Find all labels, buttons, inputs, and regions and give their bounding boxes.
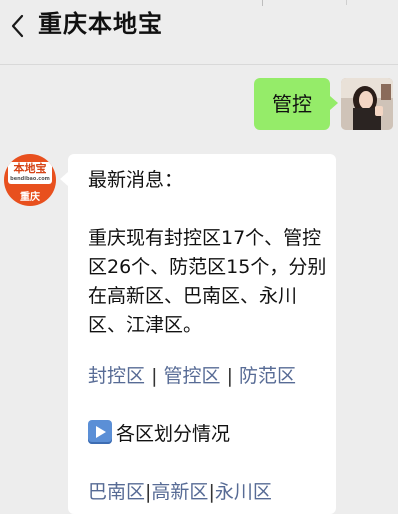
- sent-message-text: 管控: [272, 92, 312, 116]
- status-divider: [346, 0, 347, 5]
- user-avatar[interactable]: [341, 78, 393, 130]
- link-yongchuan[interactable]: 永川区: [215, 481, 272, 503]
- received-message-bubble: 最新消息： 重庆现有封控区17个、管控区26个、防范区15个，分别在高新区、巴南…: [60, 154, 336, 514]
- back-button[interactable]: [4, 10, 30, 42]
- status-divider: [262, 0, 263, 6]
- official-account-avatar[interactable]: 本地宝 bendibao.com 重庆: [4, 154, 56, 206]
- link-guankong[interactable]: 管控区: [164, 365, 221, 387]
- logo-text: 本地宝: [13, 162, 47, 175]
- avatar-city-label: 重庆: [20, 192, 40, 203]
- message-heading: 最新消息：: [88, 169, 184, 191]
- link-fengkong[interactable]: 封控区: [88, 365, 145, 387]
- link-fangfan[interactable]: 防范区: [239, 365, 296, 387]
- link-separator: |: [226, 365, 233, 387]
- zone-links: 封控区 | 管控区 | 防范区: [88, 362, 332, 391]
- link-separator: |: [151, 365, 158, 387]
- district-links: 巴南区|高新区|永川区: [88, 478, 332, 507]
- link-gaoxin[interactable]: 高新区: [151, 481, 208, 503]
- title-bar: 重庆本地宝: [0, 0, 398, 65]
- user-photo: [341, 78, 393, 130]
- link-banan[interactable]: 巴南区: [88, 481, 145, 503]
- logo-subtext: bendibao.com: [10, 176, 50, 182]
- district-item-label: 各区划分情况: [116, 423, 231, 445]
- play-icon: [88, 420, 112, 444]
- bendibao-logo: 本地宝 bendibao.com: [8, 162, 52, 184]
- district-item[interactable]: 各区划分情况: [88, 420, 332, 449]
- page-title: 重庆本地宝: [38, 10, 163, 38]
- message-body: 重庆现有封控区17个、管控区26个、防范区15个，分别在高新区、巴南区、永川区、…: [88, 227, 327, 336]
- sent-message-bubble[interactable]: 管控: [254, 78, 338, 130]
- chevron-left-icon: [11, 14, 24, 38]
